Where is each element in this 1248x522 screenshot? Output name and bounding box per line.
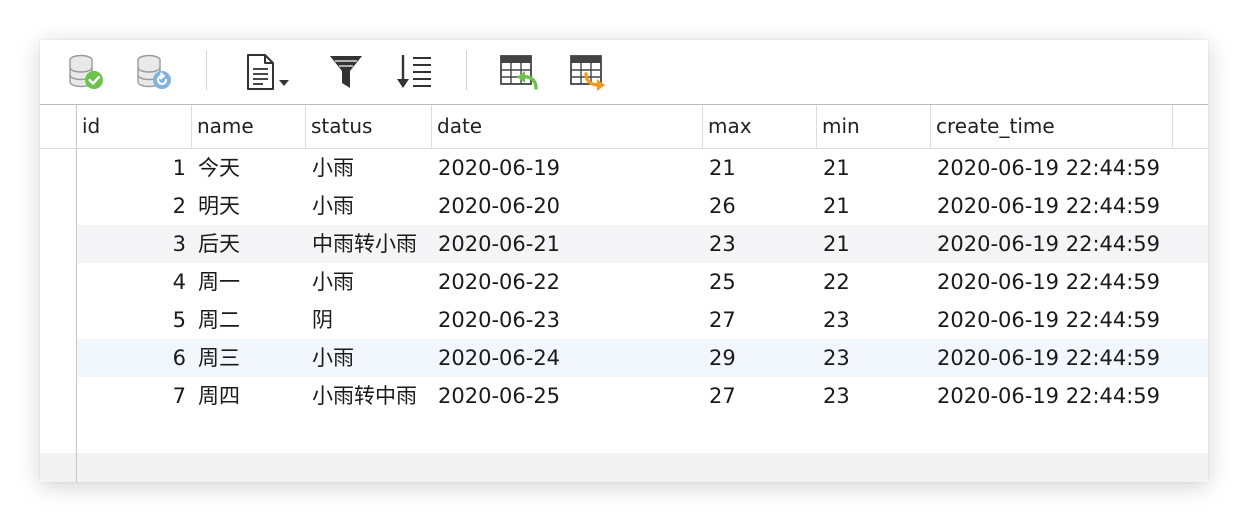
table-row[interactable]: 7 周四 小雨转中雨 2020-06-25 27 23 2020-06-19 2… [77,377,1208,415]
cell-create-time[interactable]: 2020-06-19 22:44:59 [931,187,1173,225]
cell-max[interactable]: 21 [703,149,817,187]
rollback-icon [137,54,171,89]
cell-date[interactable]: 2020-06-24 [432,339,703,377]
cell-id[interactable]: 6 [77,339,192,377]
column-header-name[interactable]: name [192,105,306,148]
cell-max[interactable]: 26 [703,187,817,225]
cell-date[interactable]: 2020-06-20 [432,187,703,225]
commit-icon [69,54,103,89]
toolbar-separator [206,50,207,90]
toolbar [40,40,1208,105]
table-row[interactable]: 6 周三 小雨 2020-06-24 29 23 2020-06-19 22:4… [77,339,1208,377]
cell-create-time[interactable]: 2020-06-19 22:44:59 [931,225,1173,263]
table-row[interactable]: 4 周一 小雨 2020-06-22 25 22 2020-06-19 22:4… [77,263,1208,301]
cell-name[interactable]: 周三 [192,339,306,377]
cell-min[interactable]: 21 [817,187,931,225]
cell-status[interactable]: 阴 [306,301,432,339]
sort-button[interactable] [392,50,436,94]
cell-create-time[interactable]: 2020-06-19 22:44:59 [931,339,1173,377]
cell-max[interactable]: 27 [703,301,817,339]
cell-status[interactable]: 小雨 [306,187,432,225]
table-row[interactable]: 2 明天 小雨 2020-06-20 26 21 2020-06-19 22:4… [77,187,1208,225]
table-row[interactable]: 1 今天 小雨 2020-06-19 21 21 2020-06-19 22:4… [77,149,1208,187]
cell-name[interactable]: 周一 [192,263,306,301]
table-data-window: id name status date max min create_time … [40,40,1208,482]
column-header-date[interactable]: date [432,105,703,148]
cell-name[interactable]: 后天 [192,225,306,263]
cell-id[interactable]: 5 [77,301,192,339]
cell-date[interactable]: 2020-06-25 [432,377,703,415]
cell-status[interactable]: 小雨转中雨 [306,377,432,415]
column-header-status[interactable]: status [306,105,432,148]
filter-icon [330,56,362,88]
cell-max[interactable]: 25 [703,263,817,301]
data-grid: id name status date max min create_time … [40,105,1208,482]
cell-status[interactable]: 中雨转小雨 [306,225,432,263]
column-header-max[interactable]: max [703,105,817,148]
import-icon [500,55,538,90]
cell-id[interactable]: 2 [77,187,192,225]
cell-date[interactable]: 2020-06-23 [432,301,703,339]
cell-status[interactable]: 小雨 [306,263,432,301]
column-header-min[interactable]: min [817,105,931,148]
cell-max[interactable]: 29 [703,339,817,377]
sort-icon [397,55,431,88]
import-button[interactable] [496,50,540,94]
cell-create-time[interactable]: 2020-06-19 22:44:59 [931,149,1173,187]
cell-id[interactable]: 3 [77,225,192,263]
cell-min[interactable]: 22 [817,263,931,301]
grid-footer-strip [40,453,1208,482]
cell-status[interactable]: 小雨 [306,339,432,377]
filter-button[interactable] [324,50,368,94]
cell-id[interactable]: 1 [77,149,192,187]
cell-max[interactable]: 27 [703,377,817,415]
cell-id[interactable]: 7 [77,377,192,415]
commit-button[interactable] [64,50,108,94]
cell-create-time[interactable]: 2020-06-19 22:44:59 [931,377,1173,415]
cell-min[interactable]: 21 [817,225,931,263]
text-view-button[interactable] [240,50,298,94]
export-icon [570,55,605,91]
cell-id[interactable]: 4 [77,263,192,301]
chevron-down-icon [279,80,289,86]
cell-create-time[interactable]: 2020-06-19 22:44:59 [931,301,1173,339]
cell-min[interactable]: 23 [817,377,931,415]
cell-name[interactable]: 今天 [192,149,306,187]
cell-name[interactable]: 周四 [192,377,306,415]
cell-max[interactable]: 23 [703,225,817,263]
column-header-id[interactable]: id [77,105,192,148]
export-button[interactable] [566,50,610,94]
cell-min[interactable]: 23 [817,339,931,377]
cell-create-time[interactable]: 2020-06-19 22:44:59 [931,263,1173,301]
text-view-icon [247,54,289,90]
cell-date[interactable]: 2020-06-19 [432,149,703,187]
cell-date[interactable]: 2020-06-22 [432,263,703,301]
cell-status[interactable]: 小雨 [306,149,432,187]
column-header-create-time[interactable]: create_time [931,105,1173,148]
grid-header: id name status date max min create_time [40,105,1208,149]
table-row[interactable]: 5 周二 阴 2020-06-23 27 23 2020-06-19 22:44… [77,301,1208,339]
row-gutter-divider [76,105,77,482]
cell-name[interactable]: 明天 [192,187,306,225]
cell-min[interactable]: 23 [817,301,931,339]
cell-min[interactable]: 21 [817,149,931,187]
cell-date[interactable]: 2020-06-21 [432,225,703,263]
cell-name[interactable]: 周二 [192,301,306,339]
toolbar-separator [466,50,467,90]
rollback-button[interactable] [132,50,176,94]
table-row[interactable]: 3 后天 中雨转小雨 2020-06-21 23 21 2020-06-19 2… [77,225,1208,263]
